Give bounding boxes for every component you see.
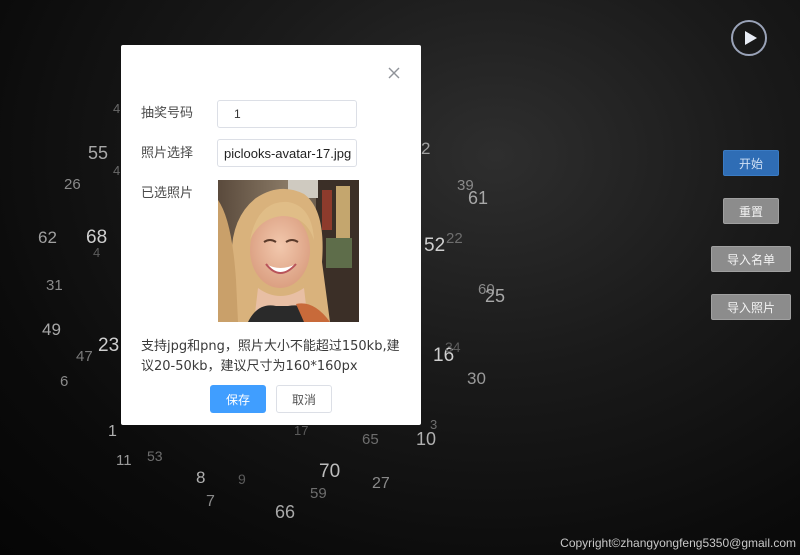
photo-file-input[interactable]: piclooks-avatar-17.jpg xyxy=(217,139,357,167)
lottery-number: 11 xyxy=(116,452,132,469)
lottery-number: 3 xyxy=(430,417,438,432)
lottery-number: 49 xyxy=(42,320,61,339)
lottery-number: 66 xyxy=(275,502,296,522)
close-icon xyxy=(388,67,400,79)
lottery-number: 10 xyxy=(416,429,437,449)
lottery-number: 70 xyxy=(319,461,341,482)
portrait-image xyxy=(218,180,359,322)
import-photo-button[interactable]: 导入照片 xyxy=(711,294,791,320)
import-list-button[interactable]: 导入名单 xyxy=(711,246,791,272)
selected-photo-label: 已选照片 xyxy=(141,186,194,201)
lottery-number: 31 xyxy=(46,277,63,294)
lottery-number: 65 xyxy=(362,431,379,448)
lottery-number: 9 xyxy=(238,471,246,487)
photo-upload-hint: 支持jpg和png，照片大小不能超过150kb,建议20-50kb，建议尺寸为1… xyxy=(141,339,400,374)
lottery-number: 22 xyxy=(446,230,463,247)
lottery-number: 47 xyxy=(76,348,93,365)
play-icon xyxy=(744,31,757,45)
lottery-number: 23 xyxy=(98,335,120,356)
lottery-number: 62 xyxy=(38,228,57,247)
lottery-number: 4 xyxy=(113,163,121,178)
selected-photo-preview xyxy=(218,180,359,322)
lottery-number: 8 xyxy=(196,468,206,487)
lottery-number: 1 xyxy=(108,423,117,440)
lottery-number: 4 xyxy=(93,245,101,260)
start-button[interactable]: 开始 xyxy=(723,150,779,176)
lottery-number-input[interactable]: 1 xyxy=(217,100,357,128)
lottery-number: 34 xyxy=(445,339,461,355)
lottery-number: 61 xyxy=(468,188,489,208)
lottery-number: 2 xyxy=(421,139,431,158)
cancel-button[interactable]: 取消 xyxy=(276,385,332,413)
lottery-number: 4 xyxy=(113,101,121,116)
lottery-number: 55 xyxy=(88,143,109,163)
play-button[interactable] xyxy=(731,20,767,56)
copyright-text: Copyright©zhangyongfeng5350@gmail.com xyxy=(560,536,796,550)
lottery-number: 25 xyxy=(485,286,506,306)
close-button[interactable] xyxy=(387,65,401,79)
photo-dialog: 抽奖号码 1 照片选择 piclooks-avatar-17.jpg 已选照片 xyxy=(121,45,421,425)
lottery-number-value: 1 xyxy=(234,107,241,121)
save-button[interactable]: 保存 xyxy=(210,385,266,413)
lottery-number: 27 xyxy=(372,475,390,492)
photo-select-label: 照片选择 xyxy=(141,146,194,161)
lottery-number: 53 xyxy=(147,448,163,464)
lottery-number: 26 xyxy=(64,176,81,193)
lottery-stage: 4 55 4 26 62 68 4 31 49 47 23 6 1 11 53 8 9 7 70 59 27 66 65 10… xyxy=(0,0,800,555)
lottery-number: 17 xyxy=(294,423,309,438)
lottery-number: 30 xyxy=(467,369,486,388)
lottery-number: 7 xyxy=(206,493,215,510)
reset-button[interactable]: 重置 xyxy=(723,198,779,224)
lottery-number: 6 xyxy=(60,373,69,390)
photo-filename: piclooks-avatar-17.jpg xyxy=(224,145,352,161)
lottery-number-label: 抽奖号码 xyxy=(141,106,194,121)
lottery-number: 59 xyxy=(310,485,327,502)
lottery-number: 52 xyxy=(424,235,446,256)
